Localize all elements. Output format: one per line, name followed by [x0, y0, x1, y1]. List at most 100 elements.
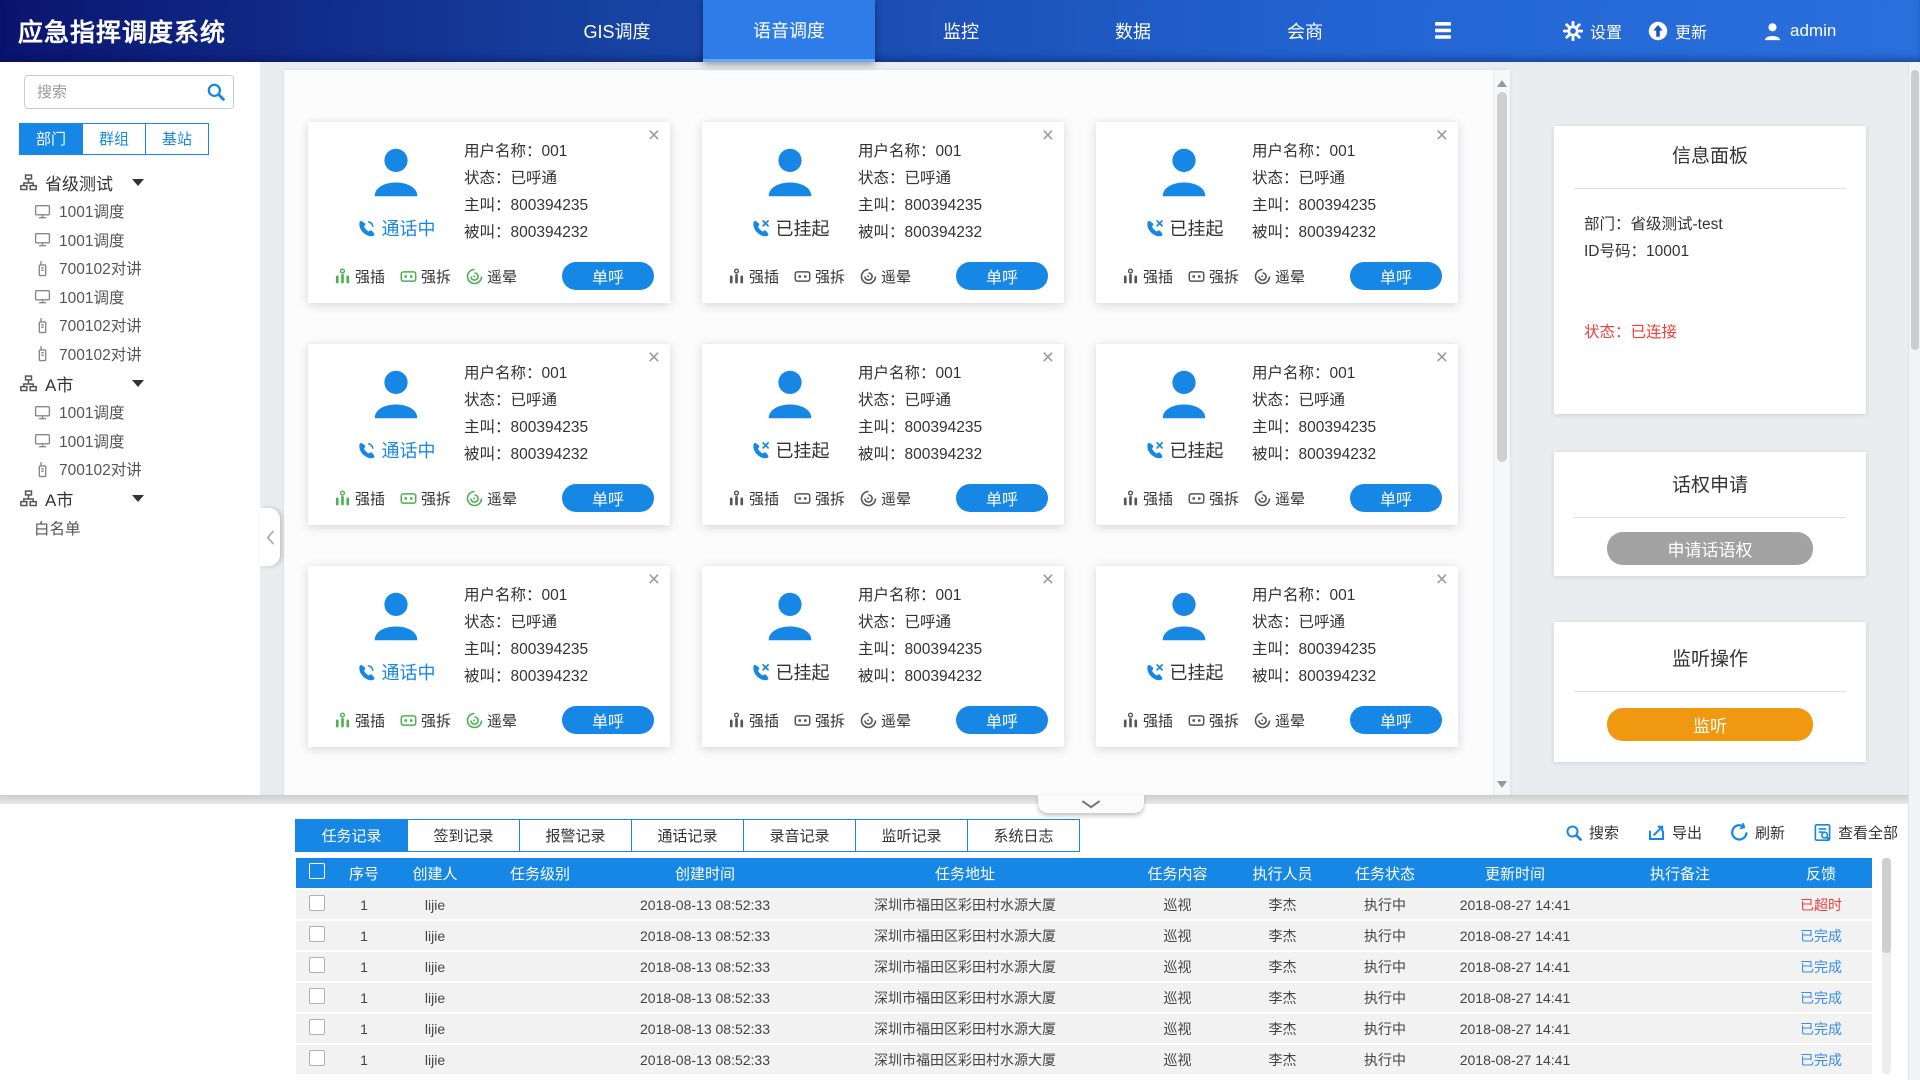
record-tab-监听记录[interactable]: 监听记录	[855, 819, 968, 852]
sidebar-tab-群组[interactable]: 群组	[82, 123, 146, 155]
action-insert[interactable]: 强插	[334, 488, 385, 509]
toolbar-search[interactable]: 搜索	[1565, 822, 1619, 843]
action-insert[interactable]: 强插	[334, 266, 385, 287]
nav-item-语音调度[interactable]: 语音调度	[703, 0, 875, 62]
sidebar-tab-部门[interactable]: 部门	[19, 123, 83, 155]
action-stun[interactable]: 遥晕	[466, 266, 517, 287]
nav-item-数据[interactable]: 数据	[1047, 0, 1219, 62]
close-icon[interactable]: ×	[1436, 124, 1448, 148]
search-input[interactable]	[35, 77, 204, 107]
close-icon[interactable]: ×	[1042, 568, 1054, 592]
close-icon[interactable]: ×	[1042, 124, 1054, 148]
row-checkbox[interactable]	[309, 988, 325, 1004]
caret-down-icon[interactable]	[132, 179, 144, 186]
select-all-checkbox[interactable]	[309, 863, 325, 879]
close-icon[interactable]: ×	[648, 124, 660, 148]
row-checkbox[interactable]	[309, 1050, 325, 1066]
tree-item[interactable]: 700102对讲	[0, 254, 260, 283]
tree-item[interactable]: 700102对讲	[0, 455, 260, 484]
feedback-link[interactable]: 已完成	[1770, 1019, 1872, 1039]
search-icon[interactable]	[206, 82, 226, 102]
action-stun[interactable]: 遥晕	[466, 488, 517, 509]
record-tab-录音记录[interactable]: 录音记录	[743, 819, 856, 852]
feedback-link[interactable]: 已完成	[1770, 957, 1872, 977]
sidebar-collapse-handle[interactable]	[260, 508, 280, 566]
toolbar-refresh[interactable]: 刷新	[1730, 822, 1785, 843]
close-icon[interactable]: ×	[648, 568, 660, 592]
tree-group[interactable]: A市	[20, 484, 260, 514]
nav-item-会商[interactable]: 会商	[1219, 0, 1391, 62]
row-checkbox[interactable]	[309, 895, 325, 911]
action-teardown[interactable]: 强拆	[1188, 710, 1239, 731]
feedback-link[interactable]: 已完成	[1770, 1050, 1872, 1070]
action-teardown[interactable]: 强拆	[400, 266, 451, 287]
tree-item[interactable]: 1001调度	[0, 427, 260, 456]
action-stun[interactable]: 遥晕	[466, 710, 517, 731]
single-call-button[interactable]: 单呼	[562, 706, 654, 734]
caret-down-icon[interactable]	[132, 380, 144, 387]
single-call-button[interactable]: 单呼	[562, 484, 654, 512]
action-stun[interactable]: 遥晕	[1254, 710, 1305, 731]
action-teardown[interactable]: 强拆	[794, 710, 845, 731]
action-stun[interactable]: 遥晕	[860, 266, 911, 287]
row-checkbox[interactable]	[309, 1019, 325, 1035]
action-stun[interactable]: 遥晕	[1254, 266, 1305, 287]
feedback-link[interactable]: 已完成	[1770, 988, 1872, 1008]
single-call-button[interactable]: 单呼	[1350, 262, 1442, 290]
close-icon[interactable]: ×	[1436, 346, 1448, 370]
action-teardown[interactable]: 强拆	[794, 488, 845, 509]
tree-item[interactable]: 700102对讲	[0, 340, 260, 369]
feedback-link[interactable]: 已超时	[1770, 895, 1872, 915]
record-tab-报警记录[interactable]: 报警记录	[519, 819, 632, 852]
action-insert[interactable]: 强插	[1122, 710, 1173, 731]
close-icon[interactable]: ×	[648, 346, 660, 370]
tree-item[interactable]: 1001调度	[0, 226, 260, 255]
action-insert[interactable]: 强插	[1122, 488, 1173, 509]
action-teardown[interactable]: 强拆	[400, 710, 451, 731]
action-teardown[interactable]: 强拆	[1188, 266, 1239, 287]
scroll-down-arrow[interactable]	[1497, 781, 1507, 793]
record-tab-系统日志[interactable]: 系统日志	[967, 819, 1080, 852]
user-menu[interactable]: admin	[1762, 0, 1836, 62]
caret-down-icon[interactable]	[132, 495, 144, 502]
record-tab-签到记录[interactable]: 签到记录	[407, 819, 520, 852]
row-checkbox[interactable]	[309, 926, 325, 942]
action-stun[interactable]: 遥晕	[860, 488, 911, 509]
feedback-link[interactable]: 已完成	[1770, 926, 1872, 946]
monitor-button[interactable]: 监听	[1607, 708, 1813, 741]
action-insert[interactable]: 强插	[728, 710, 779, 731]
scrollbar-thumb[interactable]	[1497, 92, 1507, 462]
action-insert[interactable]: 强插	[728, 488, 779, 509]
toolbar-view-all[interactable]: 查看全部	[1813, 822, 1898, 843]
scroll-up-arrow[interactable]	[1497, 75, 1507, 87]
action-insert[interactable]: 强插	[728, 266, 779, 287]
action-teardown[interactable]: 强拆	[400, 488, 451, 509]
tree-item[interactable]: 1001调度	[0, 197, 260, 226]
request-talk-right-button[interactable]: 申请话语权	[1607, 532, 1813, 565]
record-tab-任务记录[interactable]: 任务记录	[295, 819, 408, 852]
record-tab-通话记录[interactable]: 通话记录	[631, 819, 744, 852]
tree-item[interactable]: 1001调度	[0, 283, 260, 312]
single-call-button[interactable]: 单呼	[1350, 484, 1442, 512]
settings-button[interactable]: 设置	[1563, 0, 1622, 62]
tree-group[interactable]: A市	[20, 368, 260, 398]
action-teardown[interactable]: 强拆	[1188, 488, 1239, 509]
update-button[interactable]: 更新	[1648, 0, 1707, 62]
action-insert[interactable]: 强插	[334, 710, 385, 731]
scrollbar-thumb[interactable]	[1911, 70, 1919, 350]
scrollbar-thumb[interactable]	[1882, 858, 1891, 953]
row-checkbox[interactable]	[309, 957, 325, 973]
action-stun[interactable]: 遥晕	[1254, 488, 1305, 509]
tree-group[interactable]: 省级测试	[20, 167, 260, 197]
single-call-button[interactable]: 单呼	[956, 484, 1048, 512]
tree-item[interactable]: 白名单	[0, 514, 260, 543]
nav-item-GIS调度[interactable]: GIS调度	[531, 0, 703, 62]
bottom-collapse-tab[interactable]	[1038, 795, 1144, 813]
single-call-button[interactable]: 单呼	[562, 262, 654, 290]
menu-icon[interactable]	[1432, 21, 1454, 40]
toolbar-export[interactable]: 导出	[1647, 822, 1702, 843]
tree-item[interactable]: 1001调度	[0, 398, 260, 427]
action-stun[interactable]: 遥晕	[860, 710, 911, 731]
nav-item-监控[interactable]: 监控	[875, 0, 1047, 62]
action-teardown[interactable]: 强拆	[794, 266, 845, 287]
